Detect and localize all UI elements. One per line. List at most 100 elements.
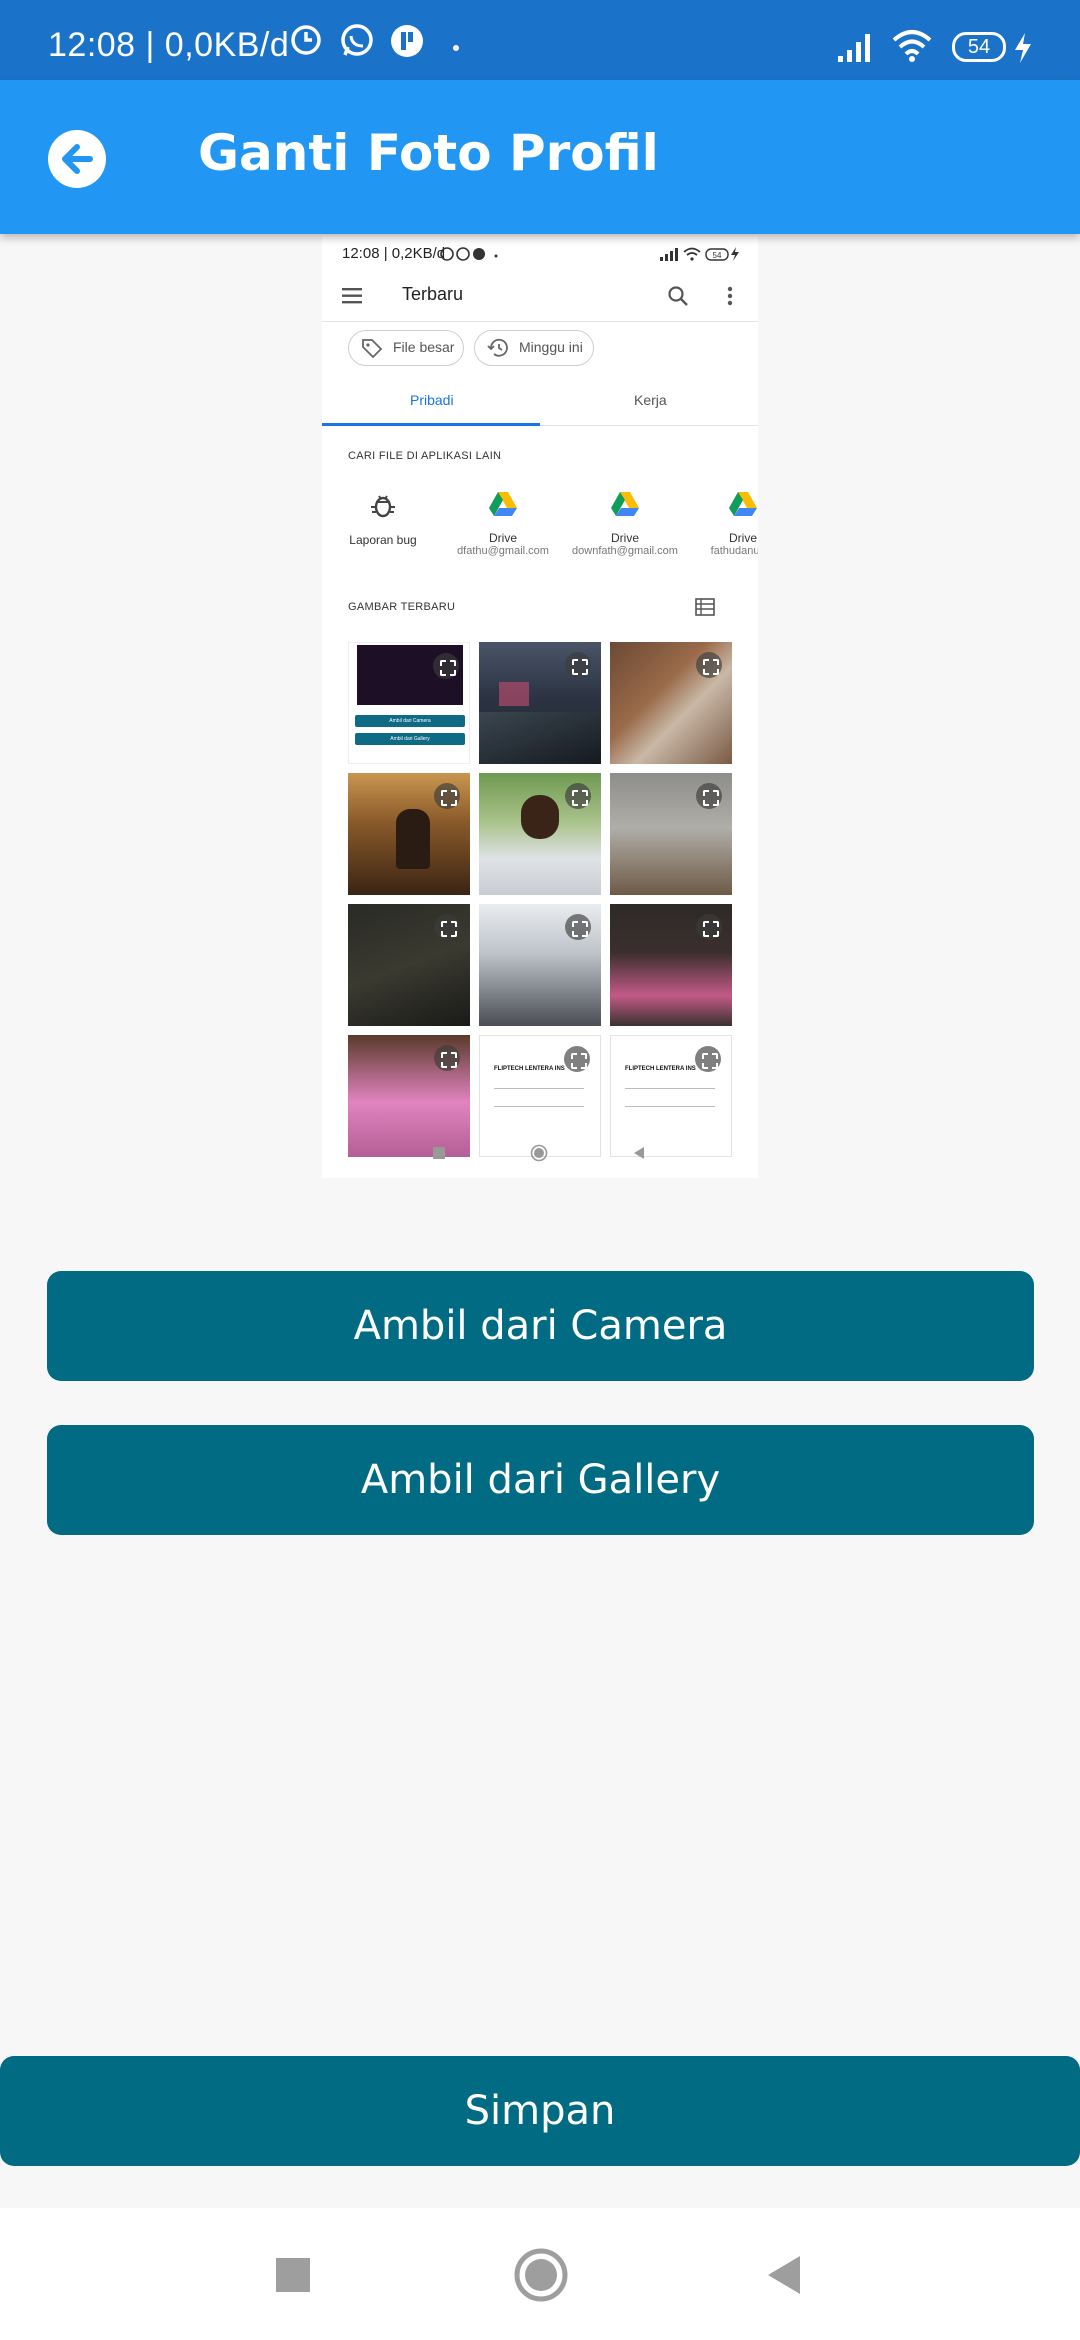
app-account: dfathu@gmail.com <box>457 545 549 557</box>
app-notification-icon <box>391 25 423 57</box>
expand-icon <box>565 652 591 678</box>
image-thumbnail <box>479 642 601 764</box>
expand-icon <box>564 1046 590 1072</box>
tab-indicator <box>322 423 540 426</box>
preview-toolbar: Terbaru <box>322 270 758 322</box>
expand-icon <box>434 1045 460 1071</box>
back-button[interactable] <box>48 130 106 188</box>
arrow-left-icon <box>62 144 93 174</box>
home-button[interactable] <box>514 2248 568 2302</box>
recents-icon <box>433 1147 445 1159</box>
gallery-button[interactable]: Ambil dari Gallery <box>47 1425 1034 1535</box>
page-title: Ganti Foto Profil <box>198 124 659 182</box>
app-label: Drive <box>728 531 757 545</box>
preview-status-time: 12:08 | 0,2KB/d <box>342 245 446 262</box>
thumb-detail <box>521 795 559 839</box>
more-vert-icon <box>727 286 733 306</box>
chip-label: Minggu ini <box>519 339 583 355</box>
wifi-icon <box>892 30 932 62</box>
expand-icon <box>565 914 591 940</box>
section-other-apps: CARI FILE DI APLIKASI LAIN <box>348 450 502 462</box>
profile-photo-preview: 12:08 | 0,2KB/d 54 Terbaru File besar Mi… <box>322 236 758 1178</box>
search-icon <box>668 286 688 306</box>
app-drive-3: Drive fathudanur.pr <box>688 490 758 557</box>
app-label: Drive <box>488 531 517 545</box>
image-thumbnail <box>348 773 470 895</box>
bug-icon <box>371 495 395 518</box>
receipt-title: FLIPTECH LENTERA INS <box>625 1066 696 1072</box>
app-bar: Ganti Foto Profil <box>0 80 1080 234</box>
dot-icon <box>453 45 459 51</box>
chip-file-besar: File besar <box>348 330 464 366</box>
app-label: Drive <box>610 531 639 545</box>
google-drive-icon <box>489 492 517 516</box>
tab-pribadi: Pribadi <box>410 392 454 408</box>
image-thumbnail <box>479 904 601 1026</box>
square-icon <box>276 2258 310 2292</box>
tab-kerja: Kerja <box>634 392 667 408</box>
receipt-title: FLIPTECH LENTERA INS <box>494 1066 565 1072</box>
alarm-icon <box>291 25 321 55</box>
expand-icon <box>696 652 722 678</box>
image-thumbnail <box>610 904 732 1026</box>
signal-icon <box>838 34 870 62</box>
expand-icon <box>565 783 591 809</box>
whatsapp-icon <box>341 24 373 56</box>
thumb-detail <box>396 809 430 869</box>
status-bar: 12:08 | 0,0KB/d 54 <box>0 0 1080 80</box>
back-nav-button[interactable] <box>764 2254 804 2296</box>
preview-toolbar-title: Terbaru <box>402 284 464 304</box>
image-thumbnail: Ambil dari Camera Ambil dari Gallery <box>348 642 470 764</box>
save-button[interactable]: Simpan <box>0 2056 1080 2166</box>
expand-icon <box>434 914 460 940</box>
app-label: Laporan bug <box>349 533 417 547</box>
image-thumbnail <box>610 773 732 895</box>
preview-battery-text: 54 <box>713 251 722 260</box>
preview-status-icons <box>440 247 498 261</box>
triangle-back-icon <box>768 2256 800 2294</box>
google-drive-icon <box>611 492 639 516</box>
receipt-line <box>625 1106 715 1107</box>
preview-status-bar: 12:08 | 0,2KB/d 54 <box>322 236 758 270</box>
image-thumbnail <box>610 642 732 764</box>
app-account: downfath@gmail.com <box>572 545 678 557</box>
receipt-line <box>625 1088 715 1089</box>
circle-icon <box>514 2248 568 2302</box>
list-view-icon <box>695 598 715 616</box>
thumb-detail <box>499 682 529 706</box>
thumb-button: Ambil dari Camera <box>355 715 465 727</box>
expand-icon <box>695 1046 721 1072</box>
receipt-line <box>494 1106 584 1107</box>
expand-icon <box>696 914 722 940</box>
chip-minggu-ini: Minggu ini <box>474 330 594 366</box>
screen: 12:08 | 0,0KB/d 54 Ganti Foto Profil 12:… <box>0 0 1080 2340</box>
menu-icon <box>342 288 362 304</box>
status-time: 12:08 | 0,0KB/d <box>48 26 290 64</box>
camera-button[interactable]: Ambil dari Camera <box>47 1271 1034 1381</box>
section-recent-images: GAMBAR TERBARU <box>348 601 456 613</box>
history-icon <box>487 338 508 357</box>
thumb-detail <box>479 712 601 764</box>
home-icon <box>530 1144 548 1162</box>
back-triangle-icon <box>634 1147 644 1159</box>
preview-nav-bar <box>322 1132 758 1172</box>
recents-button[interactable] <box>274 2256 312 2294</box>
chip-label: File besar <box>393 339 455 355</box>
charging-icon <box>1015 33 1031 63</box>
thumb-button: Ambil dari Gallery <box>355 733 465 745</box>
image-thumbnail <box>479 773 601 895</box>
app-drive-2: Drive downfath@gmail.com <box>570 490 680 557</box>
tag-icon <box>362 339 383 358</box>
receipt-line <box>494 1088 584 1089</box>
preview-tabs: Pribadi Kerja <box>322 376 758 426</box>
expand-icon <box>434 783 460 809</box>
image-thumbnail <box>348 904 470 1026</box>
system-nav-bar <box>0 2208 1080 2340</box>
app-drive-1: Drive dfathu@gmail.com <box>448 490 558 557</box>
battery-indicator: 54 <box>952 32 1006 62</box>
app-laporan-bug: Laporan bug <box>328 490 438 547</box>
expand-icon <box>696 783 722 809</box>
app-account: fathudanur.pr <box>710 545 758 557</box>
preview-system-icons: 54 <box>660 247 739 261</box>
expand-icon <box>433 653 459 679</box>
